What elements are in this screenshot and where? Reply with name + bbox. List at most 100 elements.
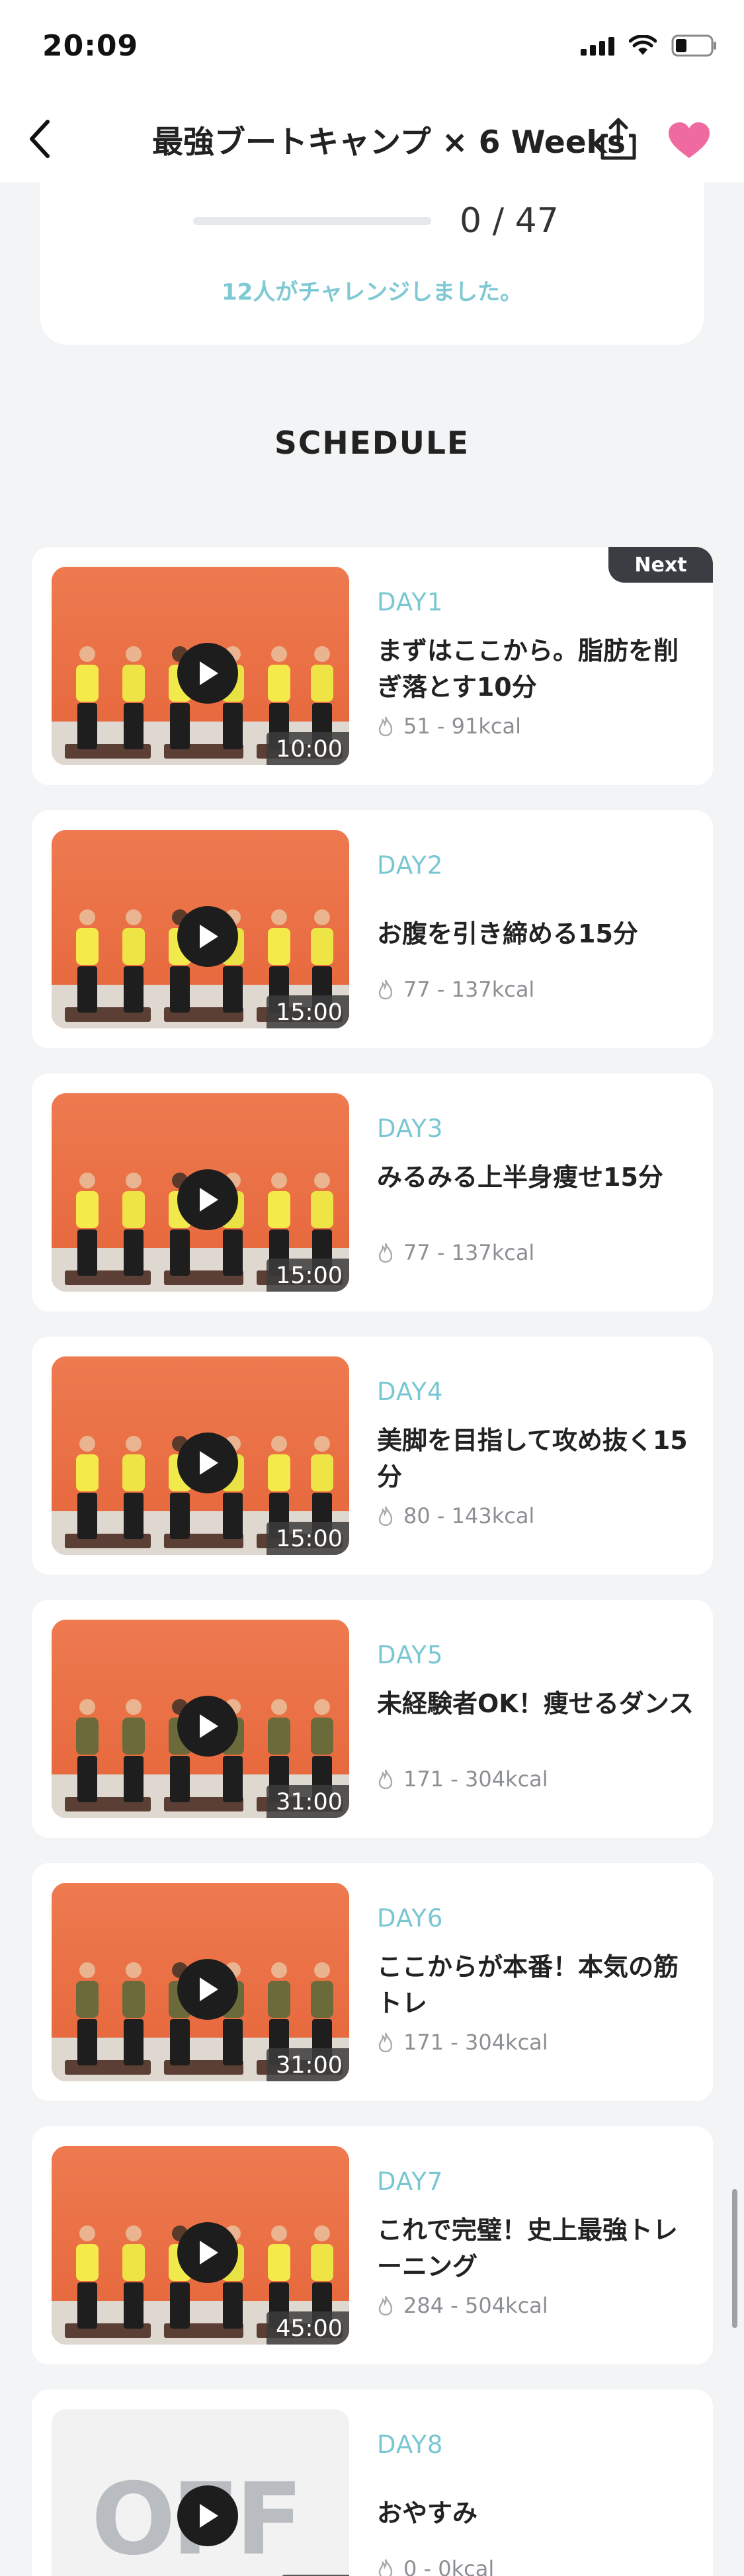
instructor-figure xyxy=(122,1173,145,1276)
calorie-text: 77 - 137kcal xyxy=(403,977,535,1002)
play-button[interactable] xyxy=(177,1959,238,2020)
calorie-text: 171 - 304kcal xyxy=(403,2030,548,2055)
video-duration: 15:00 xyxy=(267,1259,349,1292)
play-icon xyxy=(200,1451,218,1475)
day-label: DAY6 xyxy=(377,1904,444,1932)
play-icon xyxy=(200,2241,218,2264)
day-title: みるみる上半身痩せ15分 xyxy=(377,1163,663,1192)
video-duration: 15:00 xyxy=(267,1522,349,1555)
day-title: まずはここから。脂肪を削ぎ落とす10分 xyxy=(377,636,679,702)
play-icon xyxy=(200,1714,218,1738)
play-button[interactable] xyxy=(177,1169,238,1230)
schedule-day-card[interactable]: OFF0:00 DAY8 おやすみ 0 - 0kcal xyxy=(32,2389,713,2576)
share-icon xyxy=(600,118,636,160)
share-button[interactable] xyxy=(595,112,641,165)
day-label: DAY1 xyxy=(377,588,444,616)
instructor-figure xyxy=(122,909,145,1013)
progress-count: 0 / 47 xyxy=(460,201,559,241)
video-thumbnail[interactable]: 45:00 xyxy=(52,2146,349,2345)
flame-icon xyxy=(378,2559,393,2576)
video-duration: 45:00 xyxy=(267,2311,349,2345)
scrollbar[interactable] xyxy=(732,2189,737,2328)
video-thumbnail[interactable]: 10:00 xyxy=(52,567,349,765)
play-button[interactable] xyxy=(177,2485,238,2546)
instructor-figure xyxy=(76,2225,99,2329)
calorie-range: 80 - 143kcal xyxy=(377,1503,534,1528)
chevron-left-icon xyxy=(30,120,50,158)
challengers-count: 12人がチャレンジしました。 xyxy=(222,279,522,306)
video-thumbnail[interactable]: 31:00 xyxy=(52,1883,349,2081)
navigation-bar: 最強ブートキャンプ × 6 Weeks xyxy=(0,93,744,183)
calorie-text: 77 - 137kcal xyxy=(403,1240,535,1265)
play-icon xyxy=(200,2504,218,2528)
video-duration: 10:00 xyxy=(267,732,349,765)
day-label: DAY8 xyxy=(377,2431,444,2459)
next-badge: Next xyxy=(608,547,713,583)
day-title: 未経験者OK！痩せるダンス xyxy=(377,1689,694,1718)
calorie-range: 171 - 304kcal xyxy=(377,1766,548,1792)
instructor-figure xyxy=(122,2225,145,2329)
progress-card: 0 / 47 12人がチャレンジしました。 xyxy=(40,183,704,345)
schedule-day-card[interactable]: 10:00 DAY1 まずはここから。脂肪を削ぎ落とす10分 51 - 91kcal N… xyxy=(32,547,713,785)
instructor-figure xyxy=(122,1436,145,1539)
progress-bar xyxy=(193,217,431,225)
favorite-button[interactable] xyxy=(663,114,716,167)
day-label: DAY4 xyxy=(377,1378,444,1406)
flame-icon xyxy=(378,979,393,1000)
battery-icon xyxy=(671,34,718,57)
day-title: ここからが本番！本気の筋トレ xyxy=(377,1952,679,2018)
flame-icon xyxy=(378,2032,393,2053)
status-bar: 20:09 xyxy=(0,0,744,93)
flame-icon xyxy=(378,716,393,737)
video-thumbnail[interactable]: 15:00 xyxy=(52,830,349,1028)
video-thumbnail[interactable]: 31:00 xyxy=(52,1620,349,1818)
video-duration: 31:00 xyxy=(267,2048,349,2081)
day-title: 美脚を目指して攻め抜く15分 xyxy=(377,1426,688,1491)
calorie-text: 171 - 304kcal xyxy=(403,1766,548,1792)
schedule-day-card[interactable]: 15:00 DAY4 美脚を目指して攻め抜く15分 80 - 143kcal xyxy=(32,1337,713,1575)
calorie-text: 284 - 504kcal xyxy=(403,2293,548,2318)
page-title: 最強ブートキャンプ × 6 Weeks xyxy=(152,124,626,161)
video-thumbnail[interactable]: OFF0:00 xyxy=(52,2409,349,2576)
schedule-day-card[interactable]: 15:00 DAY3 みるみる上半身痩せ15分 77 - 137kcal xyxy=(32,1073,713,1311)
day-label: DAY3 xyxy=(377,1114,444,1143)
play-button[interactable] xyxy=(177,2222,238,2283)
flame-icon xyxy=(378,1506,393,1526)
video-thumbnail[interactable]: 15:00 xyxy=(52,1093,349,1292)
calorie-text: 0 - 0kcal xyxy=(403,2556,495,2576)
instructor-figure xyxy=(122,646,145,749)
play-button[interactable] xyxy=(177,906,238,967)
cellular-signal-icon xyxy=(581,36,614,56)
calorie-text: 80 - 143kcal xyxy=(403,1503,535,1528)
calorie-text: 51 - 91kcal xyxy=(403,714,521,739)
schedule-day-card[interactable]: 31:00 DAY6 ここからが本番！本気の筋トレ 171 - 304kcal xyxy=(32,1863,713,2101)
day-label: DAY5 xyxy=(377,1641,444,1669)
schedule-day-card[interactable]: 15:00 DAY2 お腹を引き締める15分 77 - 137kcal xyxy=(32,810,713,1048)
schedule-day-card[interactable]: 45:00 DAY7 これで完璧！史上最強トレーニング 284 - 504kcal xyxy=(32,2126,713,2364)
flame-icon xyxy=(378,1769,393,1790)
calorie-range: 77 - 137kcal xyxy=(377,1240,534,1265)
play-button[interactable] xyxy=(177,643,238,704)
day-title: お腹を引き締める15分 xyxy=(377,919,638,948)
status-icons xyxy=(581,34,718,57)
calorie-range: 51 - 91kcal xyxy=(377,714,521,739)
instructor-figure xyxy=(76,1436,99,1539)
instructor-figure xyxy=(122,1699,145,1802)
schedule-day-card[interactable]: 31:00 DAY5 未経験者OK！痩せるダンス 171 - 304kcal xyxy=(32,1600,713,1838)
back-button[interactable] xyxy=(13,112,66,165)
play-button[interactable] xyxy=(177,1696,238,1757)
play-icon xyxy=(200,1977,218,2001)
instructor-figure xyxy=(76,909,99,1013)
flame-icon xyxy=(378,2296,393,2316)
calorie-range: 171 - 304kcal xyxy=(377,2030,548,2055)
play-icon xyxy=(200,1188,218,1212)
instructor-figure xyxy=(76,1173,99,1276)
calorie-range: 77 - 137kcal xyxy=(377,977,534,1002)
instructor-figure xyxy=(76,1699,99,1802)
schedule-heading: SCHEDULE xyxy=(274,425,470,462)
play-button[interactable] xyxy=(177,1433,238,1493)
play-icon xyxy=(200,925,218,948)
wifi-icon xyxy=(629,35,657,56)
day-title: これで完璧！史上最強トレーニング xyxy=(377,2216,678,2281)
video-thumbnail[interactable]: 15:00 xyxy=(52,1356,349,1555)
